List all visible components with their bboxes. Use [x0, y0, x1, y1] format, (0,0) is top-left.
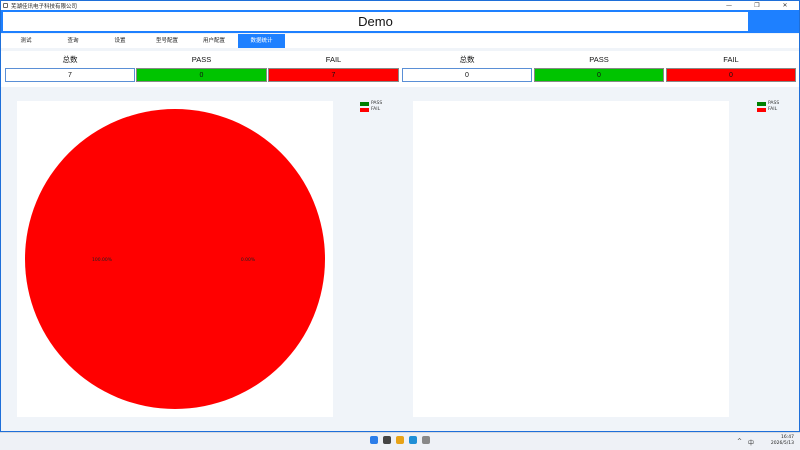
pie-slice-fail	[25, 109, 325, 409]
left-total-value: 7	[5, 68, 135, 82]
taskbar-apps	[370, 436, 435, 444]
page-title: Demo	[358, 14, 393, 29]
right-chart-panel	[413, 101, 729, 417]
tab-bar: 测试 查询 设置 型号配置 用户配置 数据统计	[1, 34, 799, 48]
clock-date: 2026/5/13	[770, 441, 794, 446]
pie-slice-label: 0.00%	[241, 257, 256, 263]
right-fail-label: FAIL	[723, 55, 739, 64]
tab-test[interactable]: 测试	[9, 34, 43, 48]
fail-swatch	[360, 107, 369, 112]
edge-icon[interactable]	[409, 436, 417, 444]
left-pass-value: 0	[136, 68, 267, 82]
legend-label-pass: PASS	[768, 101, 780, 106]
tab-settings[interactable]: 设置	[103, 34, 137, 48]
stats-panel: 总数 PASS FAIL 总数 PASS FAIL 7 0 7 0 0 0	[1, 51, 799, 87]
right-fail-value: 0	[666, 68, 796, 82]
left-fail-value: 7	[268, 68, 399, 82]
left-legend: PASS FAIL	[360, 101, 382, 113]
legend-item-pass: PASS	[757, 101, 779, 106]
taskbar: ^ 中 16:47 2026/5/13	[0, 432, 800, 450]
legend-label-fail: FAIL	[371, 107, 381, 112]
clock[interactable]: 16:47 2026/5/13	[771, 435, 794, 447]
chrome-icon[interactable]	[396, 436, 404, 444]
close-button[interactable]: ✕	[771, 1, 799, 10]
pass-swatch	[360, 101, 369, 106]
app-icon[interactable]	[422, 436, 430, 444]
tab-statistics[interactable]: 数据统计	[238, 34, 285, 48]
tab-query[interactable]: 查询	[56, 34, 90, 48]
legend-item-fail: FAIL	[360, 107, 382, 112]
left-fail-label: FAIL	[325, 55, 342, 64]
title-bar: 芜湖佳讯电子科技有限公司 — ❐ ✕	[1, 1, 799, 10]
right-total-label: 总数	[459, 55, 475, 64]
header-title-box: Demo	[3, 12, 748, 31]
right-pass-value: 0	[534, 68, 664, 82]
left-pie-chart: 100.00% 0.00%	[25, 109, 325, 409]
tab-model-config[interactable]: 型号配置	[146, 34, 188, 48]
legend-item-pass: PASS	[360, 101, 382, 106]
maximize-button[interactable]: ❐	[743, 1, 771, 10]
system-tray: ^ 中	[737, 438, 760, 447]
app-icon	[3, 3, 8, 8]
fail-swatch	[757, 107, 766, 112]
right-pie-chart	[413, 101, 729, 417]
right-pass-label: PASS	[589, 55, 609, 64]
legend-label-pass: PASS	[371, 101, 383, 106]
input-method-indicator[interactable]: 中	[748, 438, 754, 447]
app-window: 芜湖佳讯电子科技有限公司 — ❐ ✕ Demo 测试 查询 设置 型号配置 用户…	[0, 0, 800, 432]
pie-slice-label: 100.00%	[92, 257, 113, 263]
tray-expand-icon[interactable]: ^	[737, 438, 742, 447]
right-legend: PASS FAIL	[757, 101, 779, 113]
window-title: 芜湖佳讯电子科技有限公司	[11, 3, 78, 10]
left-pass-label: PASS	[191, 55, 212, 64]
right-total-value: 0	[402, 68, 532, 82]
pass-swatch	[757, 101, 766, 106]
window-controls: — ❐ ✕	[715, 1, 799, 10]
tab-user-config[interactable]: 用户配置	[193, 34, 235, 48]
windows-start-icon[interactable]	[370, 436, 378, 444]
header-bar: Demo	[1, 10, 799, 33]
explorer-icon[interactable]	[383, 436, 391, 444]
legend-label-fail: FAIL	[768, 107, 778, 112]
minimize-button[interactable]: —	[715, 1, 743, 10]
left-chart-panel: 100.00% 0.00%	[17, 101, 333, 417]
legend-item-fail: FAIL	[757, 107, 779, 112]
left-total-label: 总数	[62, 55, 78, 64]
